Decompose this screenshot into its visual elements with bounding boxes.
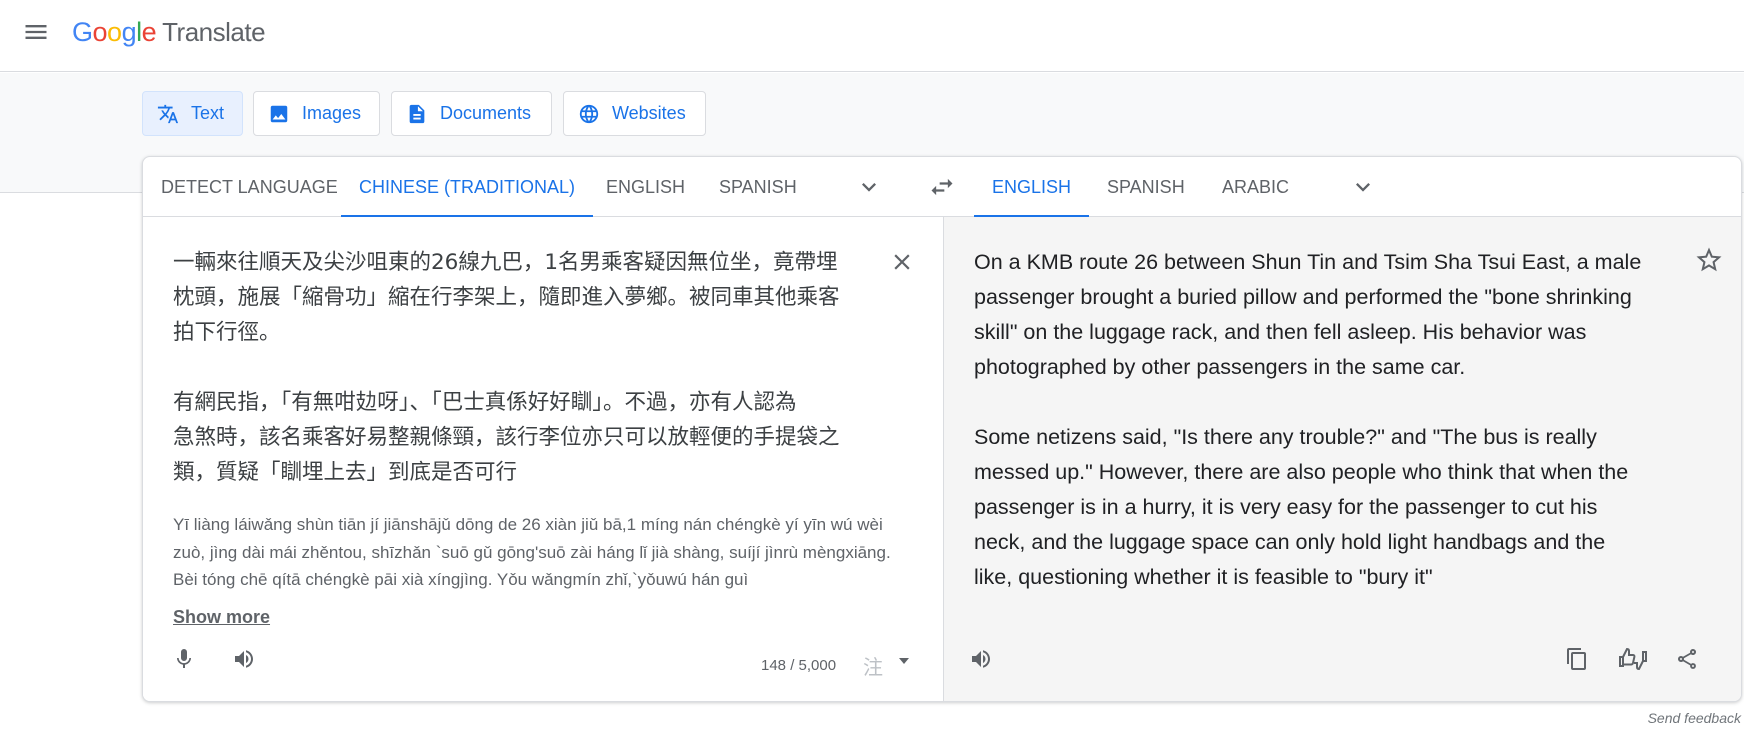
- logo-letter: g: [121, 17, 137, 47]
- google-translate-logo[interactable]: Google Translate: [72, 14, 266, 50]
- image-icon: [270, 105, 288, 122]
- speaker-icon: [972, 650, 990, 668]
- input-tool-dropdown-caret-icon[interactable]: [899, 658, 909, 664]
- source-lang-chinese-traditional[interactable]: CHINESE (TRADITIONAL): [341, 157, 594, 217]
- target-lang-more-chevron-down-icon[interactable]: [1349, 173, 1377, 201]
- mode-text-label: Text: [191, 103, 225, 123]
- mode-text-button[interactable]: Text: [142, 91, 243, 136]
- speaker-icon: [235, 650, 253, 668]
- rate-translation-button[interactable]: [1616, 642, 1650, 676]
- source-lang-english[interactable]: ENGLISH: [588, 157, 703, 217]
- target-lang-arabic[interactable]: ARABIC: [1204, 157, 1307, 217]
- mode-documents-label: Documents: [440, 103, 532, 123]
- copy-translation-button[interactable]: [1560, 642, 1594, 676]
- product-name: Translate: [162, 17, 266, 47]
- send-feedback-link[interactable]: Send feedback: [1648, 710, 1741, 726]
- logo-letter: G: [72, 17, 93, 47]
- clear-source-close-icon[interactable]: [889, 249, 915, 275]
- logo-letter: o: [92, 17, 108, 47]
- top-bar: Google Translate: [0, 0, 1744, 72]
- translation-card: DETECT LANGUAGE CHINESE (TRADITIONAL) EN…: [142, 156, 1742, 702]
- source-transliteration: Yī liàng láiwǎng shùn tiān jí jiānshājǔ …: [173, 515, 891, 589]
- source-lang-detect[interactable]: DETECT LANGUAGE: [143, 157, 356, 217]
- show-more-link[interactable]: Show more: [173, 607, 270, 628]
- globe-icon: [579, 104, 599, 123]
- listen-translation-button[interactable]: [964, 642, 998, 676]
- language-bar: DETECT LANGUAGE CHINESE (TRADITIONAL) EN…: [143, 157, 1741, 217]
- mode-images-button[interactable]: Images: [253, 91, 380, 136]
- target-lang-spanish[interactable]: SPANISH: [1089, 157, 1203, 217]
- logo-letter: o: [107, 17, 122, 47]
- mode-documents-button[interactable]: Documents: [391, 91, 552, 136]
- logo-letter: e: [141, 17, 157, 47]
- thumbs-rating-icon: [1619, 647, 1647, 671]
- mode-websites-button[interactable]: Websites: [563, 91, 706, 136]
- hamburger-menu-icon[interactable]: [22, 18, 50, 46]
- character-counter: 148 / 5,000: [761, 657, 837, 674]
- voice-input-button[interactable]: [167, 642, 201, 676]
- source-pane: 一輛來往順天及尖沙咀東的26線九巴，1名男乘客疑因無位坐，竟帶埋 枕頭，施展「縮…: [143, 217, 943, 701]
- source-text-input[interactable]: 一輛來往順天及尖沙咀東的26線九巴，1名男乘客疑因無位坐，竟帶埋 枕頭，施展「縮…: [173, 245, 873, 490]
- target-pane: On a KMB route 26 between Shun Tin and T…: [943, 217, 1741, 701]
- document-icon: [409, 104, 425, 123]
- swap-languages-icon[interactable]: [927, 173, 957, 201]
- mode-images-label: Images: [302, 103, 362, 123]
- share-translation-button[interactable]: [1670, 642, 1704, 676]
- source-lang-spanish[interactable]: SPANISH: [701, 157, 815, 217]
- listen-source-button[interactable]: [227, 642, 261, 676]
- copy-icon: [1567, 648, 1586, 670]
- translate-icon: [157, 104, 179, 123]
- save-translation-star-icon[interactable]: [1694, 245, 1724, 275]
- mode-websites-label: Websites: [612, 103, 686, 123]
- target-lang-english[interactable]: ENGLISH: [974, 157, 1090, 217]
- share-icon: [1677, 648, 1697, 669]
- microphone-icon: [177, 649, 191, 668]
- translation-output-text: On a KMB route 26 between Shun Tin and T…: [974, 250, 1642, 589]
- input-tool-icon[interactable]: 注: [863, 651, 883, 680]
- source-lang-more-chevron-down-icon[interactable]: [855, 173, 883, 201]
